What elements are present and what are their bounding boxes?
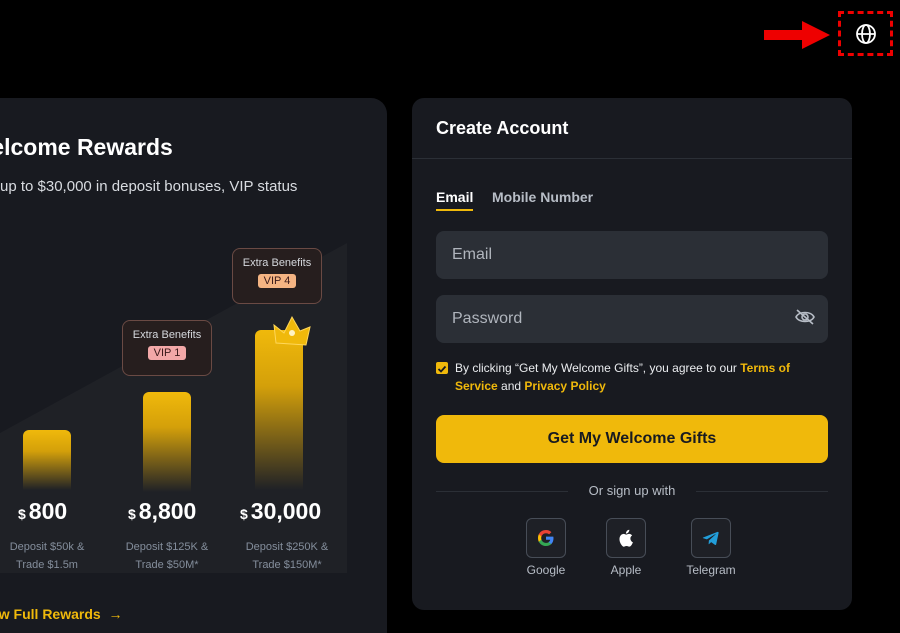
annotation-arrow [764,21,830,49]
amount-value: 800 [28,498,68,524]
tier-description: Deposit $50k & Trade $1.5m [2,538,92,574]
currency-symbol: $ [18,506,26,522]
apple-signup-button[interactable] [606,518,646,558]
view-full-rewards-link[interactable]: View Full Rewards → [0,606,122,622]
google-icon [538,530,554,546]
rewards-subtitle: up to $30,000 in deposit bonuses, VIP st… [0,178,298,195]
globe-icon [855,23,876,44]
or-sign-up-text: Or sign up with [588,483,676,498]
social-label: Google [526,563,566,577]
checkmark-icon [437,365,447,373]
amount-value: 30,000 [250,498,322,524]
tab-email[interactable]: Email [436,189,473,205]
desc-line: Trade $50M* [135,559,199,571]
terms-text: By clicking “Get My Welcome Gifts”, you … [455,359,815,395]
vip-badge: VIP 4 [257,274,297,288]
benefit-badge-vip1: Extra Benefits VIP 1 [122,320,212,376]
telegram-icon [702,531,719,545]
telegram-signup-button[interactable] [691,518,731,558]
terms-prefix: By clicking “Get My Welcome Gifts”, you … [455,361,741,375]
vip-badge: VIP 1 [147,346,187,360]
view-rewards-label: View Full Rewards [0,606,101,622]
terms-checkbox[interactable] [436,362,448,374]
arrow-right-icon: → [104,606,123,622]
tier-amount: $30,000 [240,498,321,525]
desc-line: Deposit $125K & [125,541,209,553]
page-title: Create Account [436,118,569,138]
eye-slash-icon[interactable] [794,308,816,326]
email-field[interactable] [436,231,828,279]
google-signup-button[interactable] [526,518,566,558]
active-tab-indicator [436,209,473,211]
desc-line: Trade $1.5m [16,559,78,571]
tier-description: Deposit $250K & Trade $150M* [237,538,337,574]
benefit-title: Extra Benefits [132,329,202,341]
amount-value: 8,800 [138,498,197,524]
desc-line: Trade $150M* [252,559,322,571]
apple-icon [619,529,633,547]
language-button[interactable] [838,11,893,56]
tier-amount: $800 [18,498,67,525]
rewards-title: Welcome Rewards [0,134,173,160]
tier-bar-8800 [143,392,191,492]
tier-description: Deposit $125K & Trade $50M* [117,538,217,574]
social-label: Telegram [686,563,736,577]
tab-mobile-number[interactable]: Mobile Number [492,189,593,205]
benefit-title: Extra Benefits [242,257,312,269]
desc-line: Deposit $250K & [245,541,329,553]
divider [412,158,852,159]
currency-symbol: $ [240,506,248,522]
tier-bar-30000 [255,330,303,490]
social-label: Apple [610,563,642,577]
terms-and: and [497,379,525,393]
currency-symbol: $ [128,506,136,522]
benefit-badge-vip4: Extra Benefits VIP 4 [232,248,322,304]
get-welcome-gifts-button[interactable]: Get My Welcome Gifts [436,415,828,463]
welcome-rewards-card: Welcome Rewards up to $30,000 in deposit… [0,98,387,633]
desc-line: Deposit $50k & [9,541,85,553]
create-account-card: Create Account Email Mobile Number By cl… [412,98,852,610]
crown-icon [273,315,311,346]
password-field[interactable] [436,295,828,343]
tier-bar-800 [23,430,71,490]
tier-amount: $8,800 [128,498,196,525]
privacy-policy-link[interactable]: Privacy Policy [524,379,605,393]
